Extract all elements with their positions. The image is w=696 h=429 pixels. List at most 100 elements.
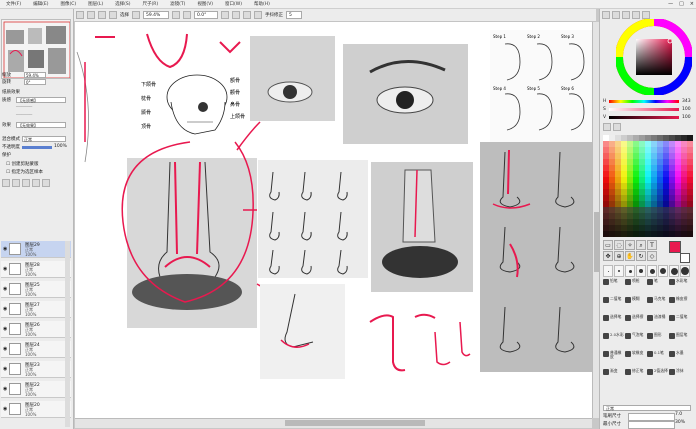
horizontal-scrollbar[interactable] [75,418,592,428]
color-wheel[interactable] [616,19,692,95]
layer-row[interactable]: ◉ 图层20 正常 100% [1,401,71,418]
visibility-eye-icon[interactable]: ◉ [3,406,7,412]
brush-tool-item[interactable]: 图层笔 [669,333,691,346]
brush-size-preset[interactable] [625,265,635,277]
brush-size-preset[interactable] [603,265,613,277]
copy-layer-icon[interactable] [22,179,30,187]
angle-field[interactable]: 0.0° [194,11,218,19]
brush-tool-item[interactable]: 二值笔 [669,315,691,328]
rotate-right-icon[interactable] [221,11,229,19]
layer-list-scrollbar[interactable] [65,241,70,427]
menu-ruler[interactable]: 尺子(R) [137,1,165,7]
visibility-eye-icon[interactable]: ◉ [3,306,7,312]
menu-file[interactable]: 文件(F) [0,1,27,7]
new-canvas-icon[interactable] [76,11,84,19]
maximize-button[interactable]: □ [679,1,684,7]
move-tool-icon[interactable]: ✥ [603,251,613,261]
brush-tool-item[interactable]: 0.1笔 [647,351,669,364]
zoom-out-icon[interactable] [132,11,140,19]
blend-mode-select[interactable]: 正常 [22,136,66,142]
brush-tool-item[interactable]: 普通橡皮 [603,351,625,364]
merge-down-icon[interactable] [32,179,40,187]
hand-tool-icon[interactable]: ✋ [625,251,635,261]
brush-tool-item[interactable]: 2.0水彩 [603,333,625,346]
visibility-eye-icon[interactable]: ◉ [3,326,7,332]
value-slider[interactable] [609,116,679,119]
menu-filter[interactable]: 滤镜(T) [164,1,191,7]
mixer-tab-icon[interactable] [632,11,640,19]
brush-tool-item[interactable]: 涂抹 [669,369,691,382]
brush-tool-item[interactable]: 水彩笔 [669,279,691,292]
layer-row[interactable]: ◉ 图层27 正常 100% [1,301,71,318]
layer-row[interactable]: ◉ 图层25 正常 100% [1,281,71,298]
brush-tool-item[interactable]: 笔 [647,279,669,292]
new-layer-icon[interactable] [2,179,10,187]
brush-tool-item[interactable]: 图形 [647,333,669,346]
layer-row[interactable]: ◉ 图层26 正常 100% [1,321,71,338]
swatch-tab-icon[interactable] [622,11,630,19]
menu-edit[interactable]: 编辑(E) [27,1,54,7]
undo-icon[interactable] [87,11,95,19]
eyedropper-tool-icon[interactable]: ⌕ [636,240,646,250]
minimize-button[interactable]: — [668,1,673,7]
visibility-eye-icon[interactable]: ◉ [3,286,7,292]
min-size-slider[interactable] [628,421,675,429]
layer-row[interactable]: ◉ 图层24 正常 100% [1,341,71,358]
menu-help[interactable]: 帮助(H) [248,1,276,7]
brush-tool-item[interactable]: 2值选择 [647,369,669,382]
delete-layer-icon[interactable] [42,179,50,187]
brush-size-slider[interactable] [628,413,675,421]
swatch-remove-icon[interactable] [613,123,621,131]
color-swatch[interactable] [687,231,693,237]
brush-tool-item[interactable]: 软橡皮 [625,351,647,364]
brush-tool-item[interactable]: 选择笔 [603,315,625,328]
zoom-tool-icon[interactable]: ⊕ [614,251,624,261]
brush-tool-item[interactable]: 喷枪 [625,279,647,292]
redo-icon[interactable] [98,11,106,19]
brush-tool-item[interactable]: 选择擦 [625,315,647,328]
layer-row[interactable]: ◉ 图层22 正常 100% [1,381,71,398]
effect-select[interactable]: 【无效果】 [16,122,66,128]
brush-tool-item[interactable]: 油漆桶 [647,315,669,328]
visibility-eye-icon[interactable]: ◉ [3,266,7,272]
visibility-eye-icon[interactable]: ◉ [3,346,7,352]
brush-tool-item[interactable]: 水墨 [669,351,691,364]
texture-select[interactable]: 【无质感】 [16,97,66,103]
zoom-field[interactable]: 59.4% [143,11,169,19]
secondary-color-swatch[interactable] [680,253,690,263]
nav-zoom-field[interactable]: 59.4% [24,72,46,78]
brush-tool-item[interactable]: 模糊 [625,297,647,310]
scratch-tab-icon[interactable] [642,11,650,19]
rotate-left-icon[interactable] [183,11,191,19]
brush-size-preset[interactable] [669,265,679,277]
brush-tool-item[interactable]: 铅笔 [603,279,625,292]
saturation-slider[interactable] [609,108,679,111]
swatch-add-icon[interactable] [603,123,611,131]
color-wheel-tab-icon[interactable] [602,11,610,19]
drawing-canvas[interactable]: 额骨 颧骨 鼻骨 上颌骨 下颌骨 枕骨 颞骨 顶骨 Step 1 Step 2 [75,22,592,418]
brush-size-preset[interactable] [647,265,657,277]
ref-sample-checkbox[interactable]: ☐ 指定为选区样本 [6,169,43,175]
brush-tool-item[interactable]: 修正笔 [625,369,647,382]
menu-layer[interactable]: 图层(L) [82,1,109,7]
brush-size-preset[interactable] [636,265,646,277]
rotate-tool-icon[interactable]: ↻ [636,251,646,261]
text-tool-icon[interactable]: T [647,240,657,250]
opacity-slider[interactable] [22,146,52,149]
menu-window[interactable]: 窗口(W) [219,1,248,7]
stabilizer-field[interactable]: 5 [286,11,302,19]
select-tool-icon[interactable]: ▭ [603,240,613,250]
clip-mask-checkbox[interactable]: ☐ 创建剪贴蒙版 [6,161,38,167]
menu-select[interactable]: 选择(S) [109,1,136,7]
brush-size-preset[interactable] [658,265,668,277]
brush-tool-item[interactable]: 渐变 [603,369,625,382]
horizontal-scroll-thumb[interactable] [285,420,425,426]
flip-icon[interactable] [232,11,240,19]
hue-slider[interactable] [609,100,679,103]
menu-image[interactable]: 图像(C) [54,1,82,7]
layer-row[interactable]: ◉ 图层28 正常 100% [1,261,71,278]
lasso-tool-icon[interactable]: ◌ [614,240,624,250]
brush-tool-item[interactable]: 马克笔 [647,297,669,310]
navigator-thumbnail[interactable] [1,19,71,79]
color-slider-tab-icon[interactable] [612,11,620,19]
